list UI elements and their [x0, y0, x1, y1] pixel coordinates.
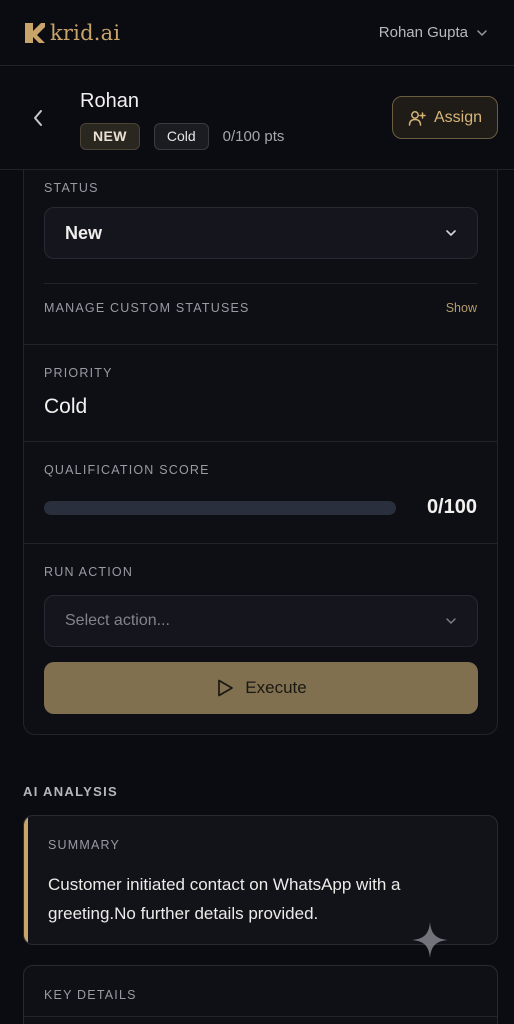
- manage-custom-statuses-label: MANAGE CUSTOM STATUSES: [44, 301, 250, 315]
- back-button[interactable]: [28, 106, 48, 130]
- lead-badges: NEW Cold 0/100 pts: [80, 123, 284, 150]
- key-details-label: KEY DETAILS: [44, 988, 137, 1002]
- assign-button[interactable]: Assign: [392, 96, 498, 139]
- play-icon: [218, 679, 234, 697]
- user-plus-icon: [408, 110, 426, 126]
- lead-name: Rohan: [80, 90, 139, 112]
- execute-button[interactable]: Execute: [44, 662, 478, 714]
- action-select-placeholder: Select action...: [65, 612, 170, 629]
- status-badge: NEW: [80, 123, 140, 150]
- show-custom-statuses-link[interactable]: Show: [446, 301, 477, 315]
- priority-label: PRIORITY: [44, 366, 113, 380]
- execute-label: Execute: [245, 678, 307, 697]
- chevron-down-icon: [477, 29, 487, 36]
- top-bar: krid.ai Rohan Gupta: [0, 0, 514, 66]
- user-name: Rohan Gupta: [378, 24, 468, 41]
- ai-analysis-title: AI ANALYSIS: [23, 784, 118, 799]
- status-select[interactable]: New: [44, 207, 478, 259]
- summary-label: SUMMARY: [48, 838, 121, 852]
- chevron-left-icon: [34, 110, 42, 126]
- lead-details-card: STATUS New MANAGE CUSTOM STATUSES Show P…: [23, 170, 498, 735]
- priority-badge: Cold: [153, 123, 209, 150]
- divider: [24, 344, 497, 345]
- chevron-down-icon: [446, 618, 456, 625]
- divider: [24, 543, 497, 544]
- divider: [24, 1016, 497, 1017]
- summary-text: Customer initiated contact on WhatsApp w…: [48, 875, 401, 923]
- assign-label: Assign: [433, 108, 483, 126]
- status-selected-value: New: [65, 222, 103, 243]
- action-select[interactable]: Select action...: [44, 595, 478, 647]
- status-label: STATUS: [44, 181, 99, 195]
- points-text: 0/100 pts: [222, 128, 285, 145]
- divider: [44, 283, 478, 284]
- priority-value: Cold: [44, 395, 88, 418]
- lead-header: Rohan NEW Cold 0/100 pts Assign: [0, 66, 514, 170]
- brand-name: krid.ai: [50, 20, 121, 45]
- divider: [24, 441, 497, 442]
- qualification-score-label: QUALIFICATION SCORE: [44, 463, 210, 477]
- qualification-score-bar: [44, 501, 396, 515]
- summary-accent-bar: [24, 816, 28, 944]
- key-details-card: KEY DETAILS: [23, 965, 498, 1024]
- brand-logo[interactable]: krid.ai: [24, 21, 120, 45]
- krid-logo-icon: [25, 22, 45, 43]
- qualification-score-value: 0/100: [426, 496, 477, 518]
- user-menu[interactable]: Rohan Gupta: [379, 24, 488, 41]
- sparkle-icon[interactable]: [411, 921, 449, 959]
- run-action-label: RUN ACTION: [44, 565, 134, 579]
- chevron-down-icon: [446, 230, 456, 237]
